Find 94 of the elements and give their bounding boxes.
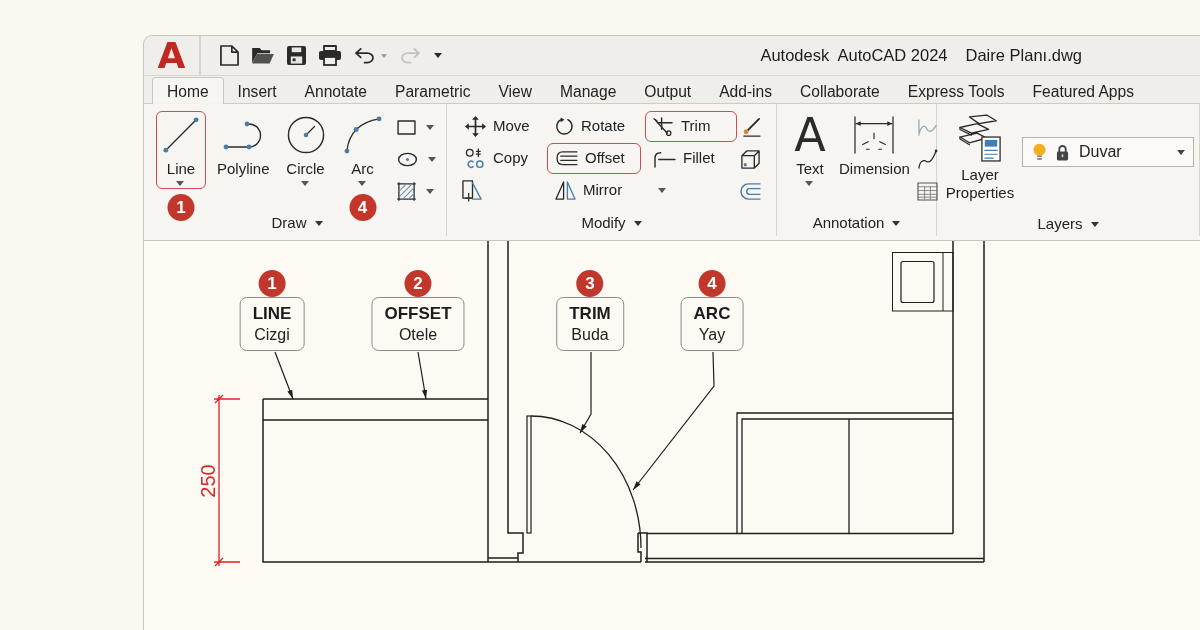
move-arrows-icon: [465, 116, 486, 137]
rectangle-icon[interactable]: [396, 119, 416, 135]
dimension-text: 250: [197, 464, 219, 498]
step-badge: 1: [258, 270, 286, 297]
step-badge: 3: [576, 270, 604, 297]
offset-lines-icon: [555, 150, 578, 167]
trim-tool-button[interactable]: Trim: [645, 111, 737, 142]
caret-icon[interactable]: [425, 124, 434, 130]
ribbon-tab[interactable]: Output: [630, 77, 706, 104]
printer-icon[interactable]: [319, 45, 341, 66]
panel-title[interactable]: Draw: [267, 210, 327, 236]
arc-icon: [343, 116, 382, 154]
layers-tool-button[interactable]: Layer Properties: [940, 111, 1020, 213]
copy-icon: [465, 148, 486, 169]
line-tool-button[interactable]: Line: [156, 111, 206, 189]
caret-icon[interactable]: [427, 156, 436, 162]
caret-icon[interactable]: [892, 220, 901, 226]
fillet-icon: [653, 149, 676, 168]
appliance-outline: [892, 252, 954, 312]
panel-title[interactable]: Modify: [577, 210, 646, 236]
lightbulb-icon[interactable]: [1033, 142, 1046, 162]
nested-curves-icon[interactable]: [740, 181, 761, 201]
ribbon-tab[interactable]: Add-ins: [705, 77, 786, 104]
ellipse-icon[interactable]: [396, 151, 418, 167]
step-badge: 2: [404, 270, 432, 297]
pencil-icon[interactable]: [740, 116, 761, 138]
command-name: ARC: [693, 303, 731, 324]
ribbon-tab[interactable]: Featured Apps: [1018, 77, 1148, 104]
mirror-tool-button[interactable]: Mirror: [547, 175, 641, 206]
rotate-icon: [555, 117, 574, 136]
caret-icon[interactable]: [314, 220, 323, 226]
app-logo[interactable]: A: [144, 36, 201, 75]
caret-icon[interactable]: [633, 220, 642, 226]
caret-icon[interactable]: [176, 180, 184, 186]
spline-icon[interactable]: [916, 148, 938, 170]
offset-tool-button[interactable]: Offset: [547, 143, 641, 174]
polyline-icon: [223, 120, 264, 150]
dimension-icon: [853, 116, 896, 154]
ribbon-tab[interactable]: Manage: [545, 77, 631, 104]
step-badge: 1: [167, 194, 195, 221]
ribbon-tab[interactable]: Insert: [223, 77, 291, 104]
layers-stack-icon: [958, 114, 1002, 162]
ribbon-tab[interactable]: Home: [152, 77, 224, 104]
step-badge: 4: [349, 194, 377, 221]
caret-icon[interactable]: [1177, 149, 1185, 155]
step-badge: 4: [698, 270, 726, 297]
ribbon-tab[interactable]: Parametric: [381, 77, 485, 104]
caret-icon[interactable]: [658, 188, 666, 193]
new-file-icon[interactable]: [220, 45, 239, 66]
ribbon-tab[interactable]: Annotate: [290, 77, 382, 104]
polyline-tool-button[interactable]: Polyline: [213, 111, 274, 189]
command-name: TRIM: [569, 303, 611, 324]
mirror-triangles-icon: [555, 181, 576, 200]
arc-tool-button[interactable]: Arc: [337, 111, 388, 189]
cube-icon[interactable]: [740, 148, 761, 170]
padlock-icon[interactable]: [1056, 143, 1069, 161]
copy-tool-button[interactable]: Copy: [457, 143, 543, 174]
stretch-icon: [462, 179, 483, 202]
circle-tool-button[interactable]: Circle: [280, 111, 331, 189]
layer-dropdown[interactable]: Duvar: [1022, 137, 1194, 167]
caret-icon[interactable]: [425, 188, 434, 194]
trim-icon: [653, 117, 674, 136]
command-translation: Buda: [570, 325, 610, 345]
caret-icon[interactable]: [1090, 222, 1099, 227]
ribbon-tab[interactable]: Express Tools: [893, 77, 1019, 104]
command-name: OFFSET: [384, 303, 452, 324]
panel-title[interactable]: Layers: [1033, 213, 1103, 236]
caret-icon[interactable]: [357, 180, 366, 186]
hatch-icon[interactable]: [396, 181, 416, 201]
move-tool-button[interactable]: Move: [457, 111, 543, 142]
command-translation: Yay: [697, 325, 727, 345]
diagonal-line-icon: [163, 117, 199, 153]
command-translation: Cizgi: [253, 325, 291, 345]
text-tool-button[interactable]: A Text: [785, 111, 835, 189]
circle-icon: [286, 116, 325, 154]
command-translation: Otele: [397, 325, 439, 345]
rotate-tool-button[interactable]: Rotate: [547, 111, 641, 142]
dimension-tool-button[interactable]: Dimension: [835, 111, 914, 189]
panel-title[interactable]: Annotation: [808, 210, 905, 236]
leader-arrow: [274, 351, 294, 400]
ribbon-tab[interactable]: View: [484, 77, 546, 104]
table-icon[interactable]: [916, 181, 938, 201]
caret-icon[interactable]: [300, 180, 309, 186]
folder-icon[interactable]: [252, 47, 274, 64]
command-name: LINE: [252, 303, 292, 324]
leader-arrow: [417, 351, 428, 400]
fillet-tool-button[interactable]: Fillet: [645, 143, 737, 174]
app-title: Autodesk AutoCAD 2024: [760, 45, 948, 67]
caret-icon[interactable]: [434, 53, 442, 58]
letter-icon: A: [794, 112, 826, 158]
ribbon-tab[interactable]: Collaborate: [786, 77, 894, 104]
file-name: Daire Planı.dwg: [965, 45, 1082, 67]
caret-icon[interactable]: [805, 180, 813, 186]
undo-icon[interactable]: [354, 47, 375, 64]
